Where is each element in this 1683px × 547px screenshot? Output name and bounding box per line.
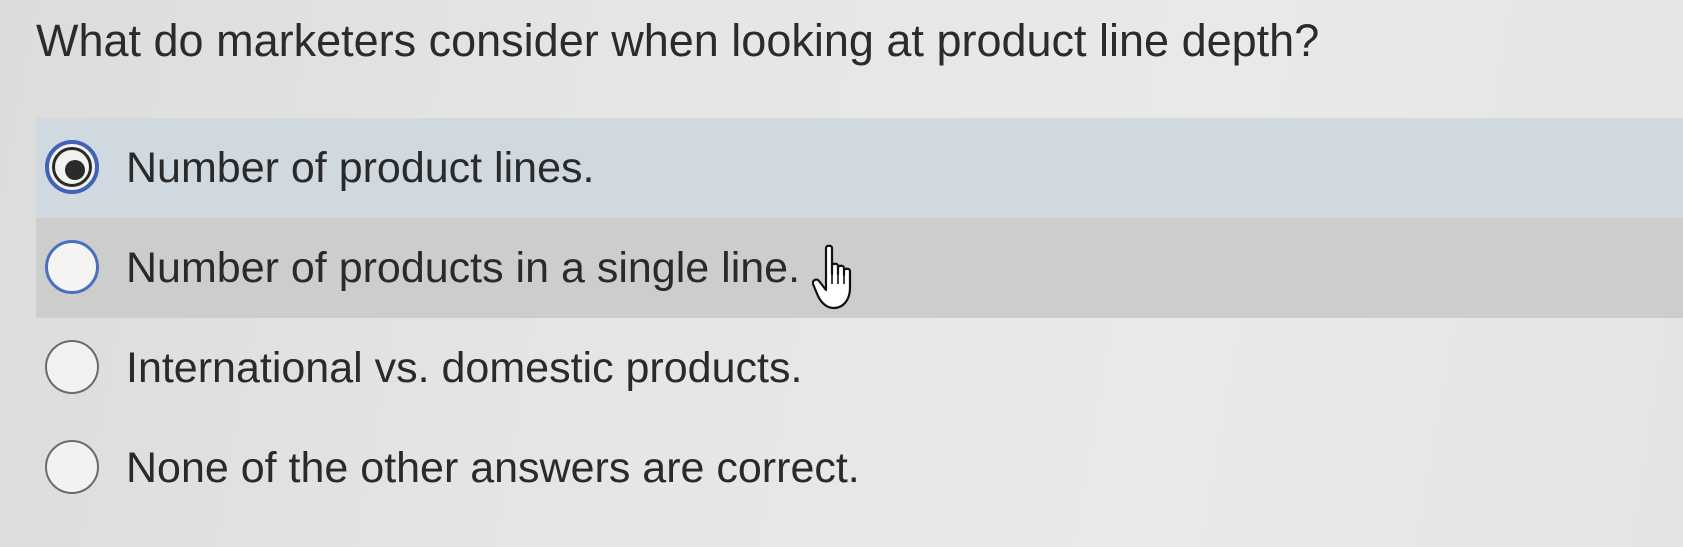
pointing-hand-cursor-icon bbox=[812, 244, 852, 310]
option-label: None of the other answers are correct. bbox=[126, 444, 860, 492]
question-text: What do marketers consider when looking … bbox=[36, 15, 1320, 66]
radio-selected-icon[interactable] bbox=[45, 140, 99, 194]
answer-options: Number of product lines. Number of produ… bbox=[0, 118, 1683, 518]
radio-empty-icon[interactable] bbox=[45, 240, 99, 294]
radio-empty-icon[interactable] bbox=[45, 340, 99, 394]
option-number-of-product-lines[interactable]: Number of product lines. bbox=[36, 118, 1683, 218]
option-label: International vs. domestic products. bbox=[126, 344, 803, 392]
option-none-correct[interactable]: None of the other answers are correct. bbox=[36, 418, 1683, 518]
option-label: Number of product lines. bbox=[126, 144, 595, 192]
option-international-vs-domestic[interactable]: International vs. domestic products. bbox=[36, 318, 1683, 418]
radio-empty-icon[interactable] bbox=[45, 440, 99, 494]
option-label: Number of products in a single line. bbox=[126, 244, 801, 292]
